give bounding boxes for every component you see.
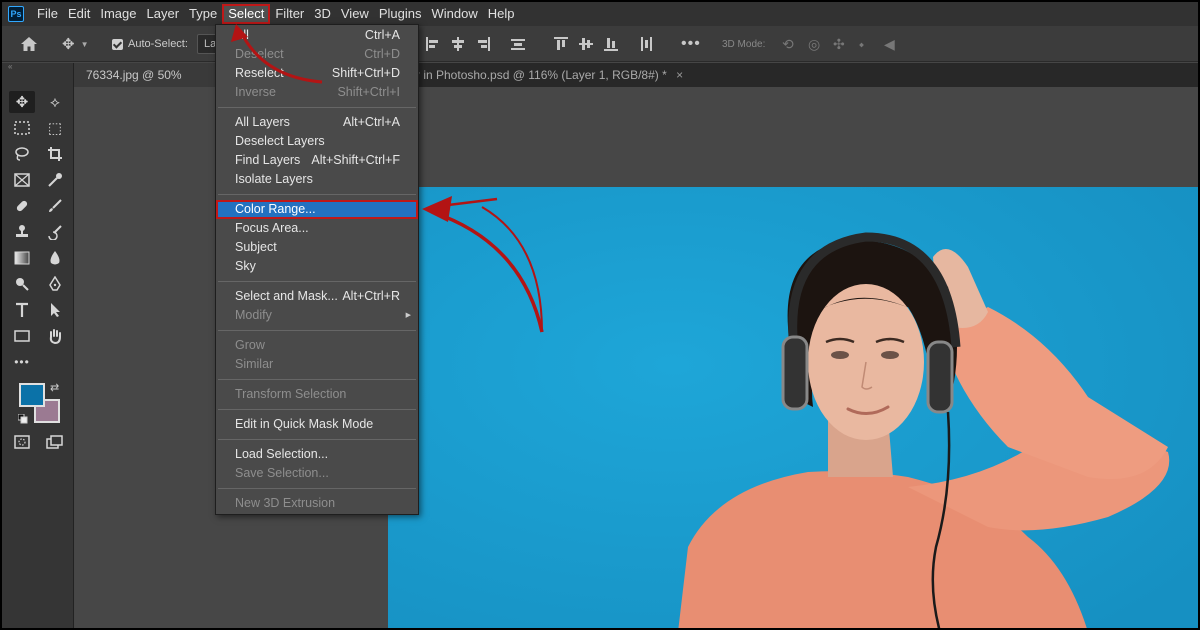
arrow-to-color-range <box>422 196 544 333</box>
arrow-to-select-menu <box>231 24 323 84</box>
photoshop-window: Ps File Edit Image Layer Type Select Fil… <box>0 0 1200 630</box>
annotation-arrows <box>231 24 544 333</box>
